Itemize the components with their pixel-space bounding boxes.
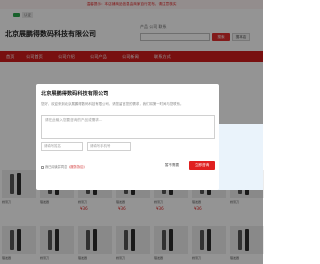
submit-button[interactable]: 立即咨询: [189, 161, 215, 170]
modal-title: 北京展鹏得数码科技有限公司: [41, 91, 109, 97]
name-field[interactable]: 请填写姓名: [41, 142, 83, 151]
agreement-row: 我已阅读并同意《服务协议》: [41, 164, 86, 169]
skip-button[interactable]: 暂不需要: [161, 161, 183, 170]
agree-text: 我已阅读并同意: [45, 165, 68, 169]
modal-description: 您好，欢迎来到北京展鹏得数码科技有限公司，请您留言您的需求，我们将第一时间与您联…: [41, 102, 184, 106]
inquiry-modal: 北京展鹏得数码科技有限公司 您好，欢迎来到北京展鹏得数码科技有限公司，请您留言您…: [36, 84, 219, 190]
inquiry-textarea[interactable]: 请在此输入您要咨询的产品或需求...: [41, 115, 215, 139]
agree-checkbox[interactable]: [41, 165, 44, 169]
phone-field[interactable]: 请填写手机号: [87, 142, 131, 151]
service-agreement-link[interactable]: 《服务协议》: [67, 165, 86, 169]
